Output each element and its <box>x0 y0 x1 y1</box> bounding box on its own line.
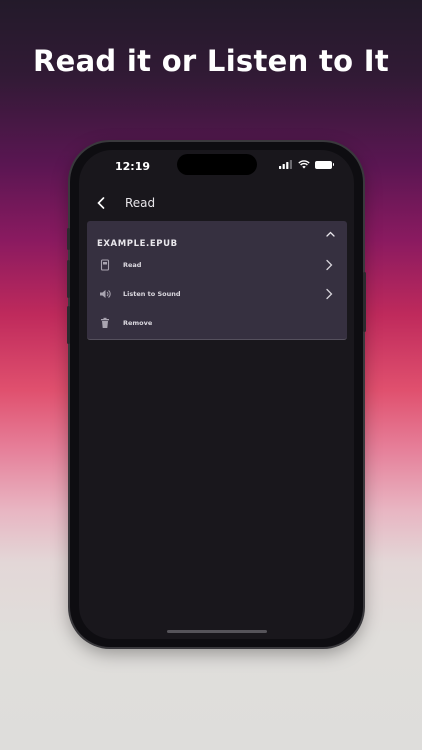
dynamic-island <box>177 154 257 175</box>
chevron-right-icon <box>326 288 333 300</box>
back-button[interactable] <box>91 194 111 214</box>
action-remove-label: Remove <box>123 319 153 327</box>
action-listen-label: Listen to Sound <box>123 290 181 298</box>
chevron-up-icon <box>326 231 335 237</box>
chevron-left-icon <box>97 197 105 209</box>
panel-header[interactable]: EXAMPLE.EPUB <box>97 230 335 249</box>
phone-mute-switch <box>67 228 70 250</box>
file-actions-panel: EXAMPLE.EPUB Read Listen to Sound Remove <box>87 221 347 340</box>
signal-icon <box>279 160 292 169</box>
phone-volume-up <box>67 260 70 298</box>
promo-headline: Read it or Listen to It <box>32 44 390 78</box>
phone-screen: 12:19 Read EXAMPLE.EPUB Read Listen to S… <box>79 150 354 639</box>
file-name: EXAMPLE.EPUB <box>97 239 178 249</box>
collapse-button[interactable] <box>326 230 335 240</box>
home-indicator[interactable] <box>167 630 267 633</box>
page-title: Read <box>125 196 156 210</box>
status-time: 12:19 <box>115 160 151 173</box>
action-read[interactable]: Read <box>87 252 347 278</box>
status-icons <box>279 160 334 169</box>
phone-power-button <box>363 272 366 332</box>
battery-icon <box>315 160 334 169</box>
wifi-icon <box>298 160 310 169</box>
action-remove[interactable]: Remove <box>87 310 347 336</box>
chevron-right-icon <box>326 259 333 271</box>
speaker-icon <box>100 290 111 298</box>
nav-bar: Read <box>79 190 354 220</box>
phone-frame: 12:19 Read EXAMPLE.EPUB Read Listen to S… <box>67 142 366 647</box>
trash-icon <box>101 317 109 328</box>
action-listen[interactable]: Listen to Sound <box>87 281 347 307</box>
action-read-label: Read <box>123 261 142 269</box>
book-icon <box>100 259 110 271</box>
phone-volume-down <box>67 306 70 344</box>
